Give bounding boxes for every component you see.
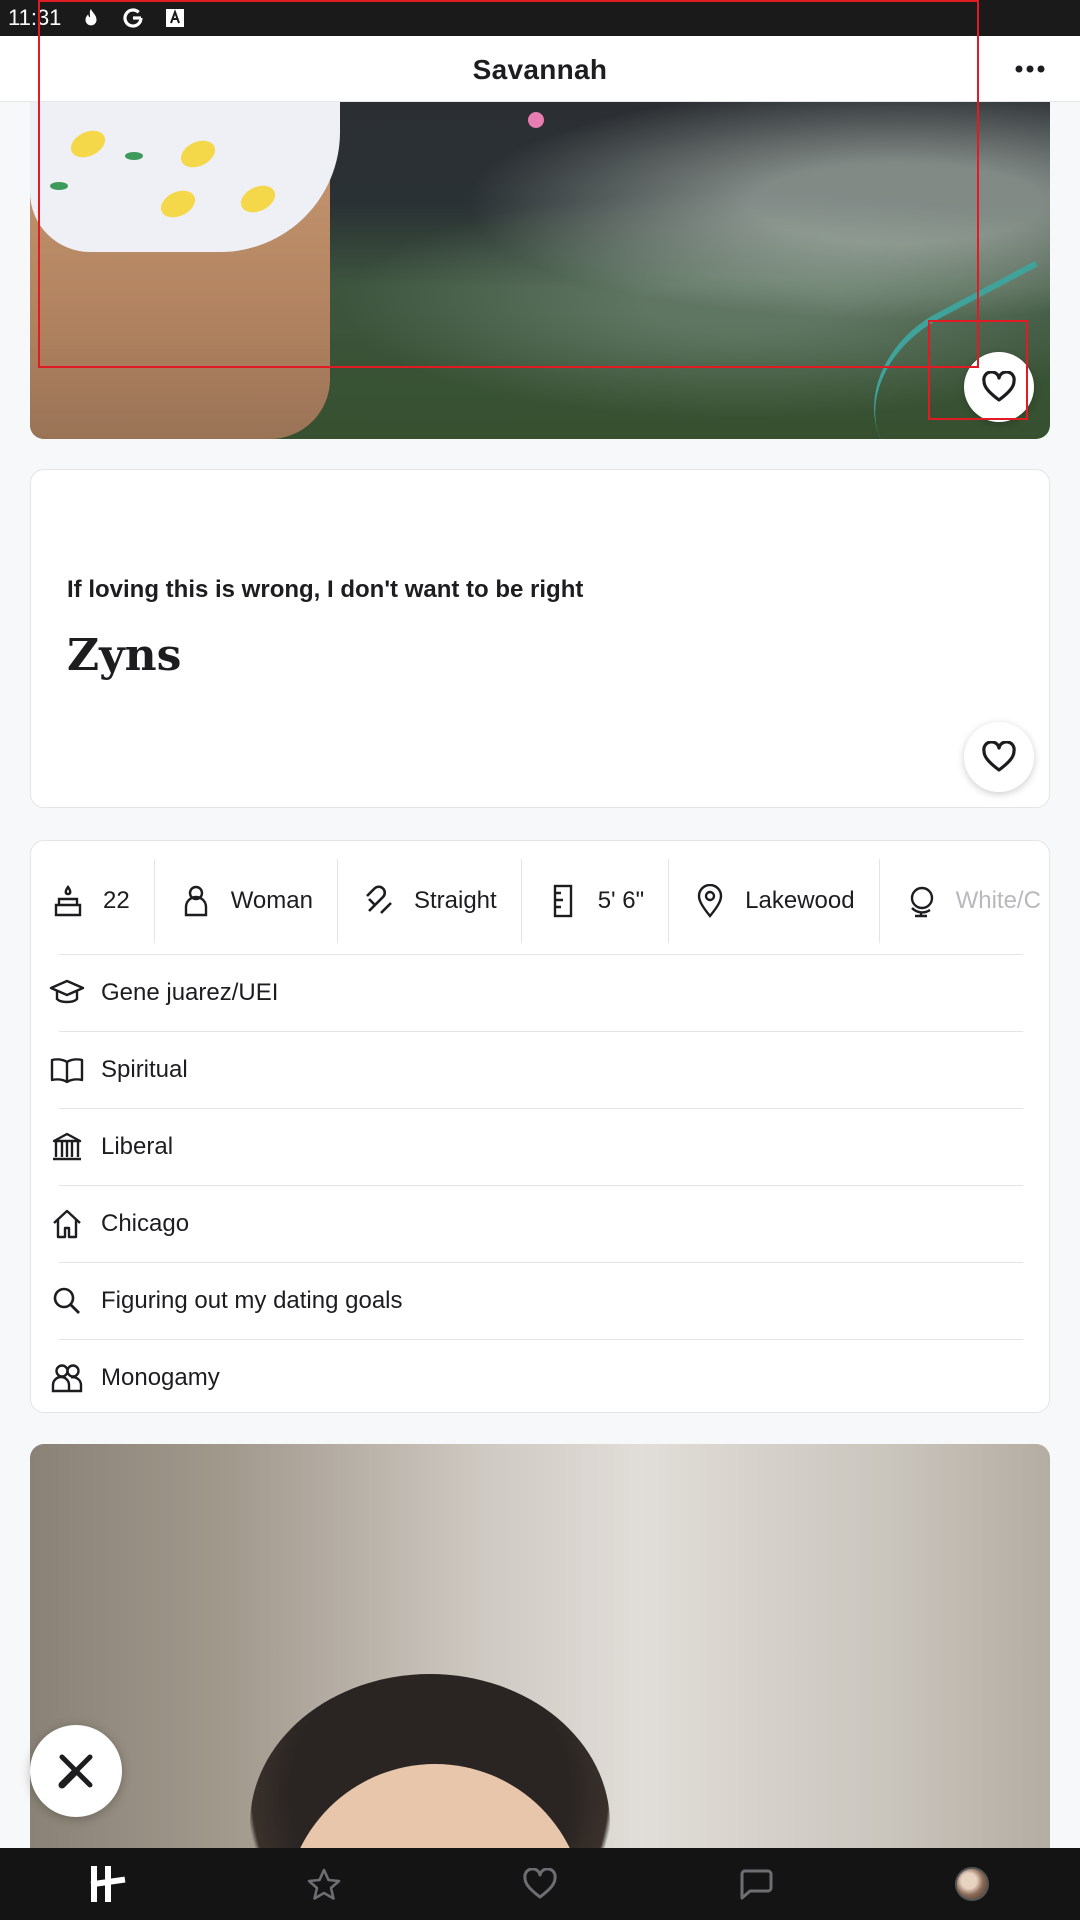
home-icon — [49, 1206, 85, 1242]
profile-header: Savannah — [0, 36, 1080, 102]
people-icon — [49, 1360, 85, 1396]
more-options-icon[interactable] — [1010, 54, 1050, 84]
chip-ethnicity: White/C — [880, 859, 1049, 943]
tinder-flame-icon — [79, 6, 103, 30]
vitals-row-relationship-type: Monogamy — [31, 1339, 1049, 1412]
status-bar: 11:31 — [0, 0, 1080, 36]
profile-photo-1[interactable] — [30, 102, 1050, 439]
graduation-cap-icon — [49, 975, 85, 1011]
star-icon — [307, 1868, 341, 1900]
nav-discover[interactable] — [78, 1854, 138, 1914]
search-icon — [49, 1283, 85, 1319]
photo-detail-leaf — [50, 182, 68, 190]
avatar — [955, 1867, 989, 1901]
status-time: 11:31 — [8, 5, 62, 30]
like-prompt-button[interactable] — [964, 722, 1034, 792]
chip-location-label: Lakewood — [745, 887, 855, 914]
prompt-card: If loving this is wrong, I don't want to… — [30, 469, 1050, 808]
vitals-row-hometown: Chicago — [31, 1185, 1049, 1262]
vitals-row-education: Gene juarez/UEI — [31, 954, 1049, 1031]
chip-orientation: Straight — [338, 859, 522, 943]
vitals-row-dating-intentions: Figuring out my dating goals — [31, 1262, 1049, 1339]
chip-height-label: 5' 6" — [597, 887, 645, 914]
google-icon — [121, 6, 145, 30]
vitals-card: 22 Woman Straight 5' 6" Lakewood White/C… — [30, 840, 1050, 1413]
book-icon — [49, 1052, 85, 1088]
cake-icon — [51, 884, 85, 918]
chip-age: 22 — [51, 859, 155, 943]
nav-likes[interactable] — [510, 1854, 570, 1914]
nav-standouts[interactable] — [294, 1854, 354, 1914]
prompt-answer: Zyns — [67, 630, 182, 681]
vitals-chips[interactable]: 22 Woman Straight 5' 6" Lakewood White/C — [31, 851, 1049, 951]
skip-profile-button[interactable] — [30, 1725, 122, 1817]
nav-profile[interactable] — [942, 1854, 1002, 1914]
heart-icon — [523, 1868, 557, 1899]
close-x-icon — [58, 1754, 93, 1789]
like-photo-button[interactable] — [964, 352, 1034, 422]
chip-age-label: 22 — [103, 887, 130, 914]
heart-icon — [982, 741, 1016, 772]
institution-icon — [49, 1129, 85, 1165]
font-a-icon — [163, 6, 187, 30]
magnet-icon — [362, 884, 396, 918]
location-pin-icon — [693, 884, 727, 918]
profile-name-title: Savannah — [472, 54, 608, 85]
ruler-icon — [546, 884, 580, 918]
person-icon — [179, 884, 213, 918]
profile-photo-2[interactable] — [30, 1444, 1050, 1848]
chat-icon — [740, 1869, 773, 1900]
vitals-row-label: Monogamy — [101, 1363, 220, 1391]
vitals-row-religion: Spiritual — [31, 1031, 1049, 1108]
heart-icon — [982, 371, 1016, 402]
chip-location: Lakewood — [669, 859, 880, 943]
vitals-row-label: Liberal — [101, 1132, 174, 1160]
vitals-row-politics: Liberal — [31, 1108, 1049, 1185]
chip-height: 5' 6" — [522, 859, 670, 943]
bottom-navigation — [0, 1848, 1080, 1920]
photo-detail-flower — [528, 112, 544, 128]
chip-gender-label: Woman — [230, 887, 313, 914]
nav-matches[interactable] — [726, 1854, 786, 1914]
vitals-list: Gene juarez/UEI Spiritual Liberal Chicag… — [31, 954, 1049, 1412]
hinge-logo-icon — [90, 1866, 126, 1902]
chip-orientation-label: Straight — [413, 887, 497, 914]
chip-gender: Woman — [155, 859, 338, 943]
vitals-row-label: Chicago — [101, 1209, 190, 1237]
globe-icon — [904, 884, 938, 918]
photo-detail-leaf — [125, 152, 143, 160]
vitals-row-label: Spiritual — [101, 1055, 188, 1083]
vitals-row-label: Gene juarez/UEI — [101, 978, 279, 1006]
chip-ethnicity-label: White/C — [955, 887, 1041, 914]
prompt-question: If loving this is wrong, I don't want to… — [67, 576, 584, 603]
vitals-row-label: Figuring out my dating goals — [101, 1286, 403, 1314]
